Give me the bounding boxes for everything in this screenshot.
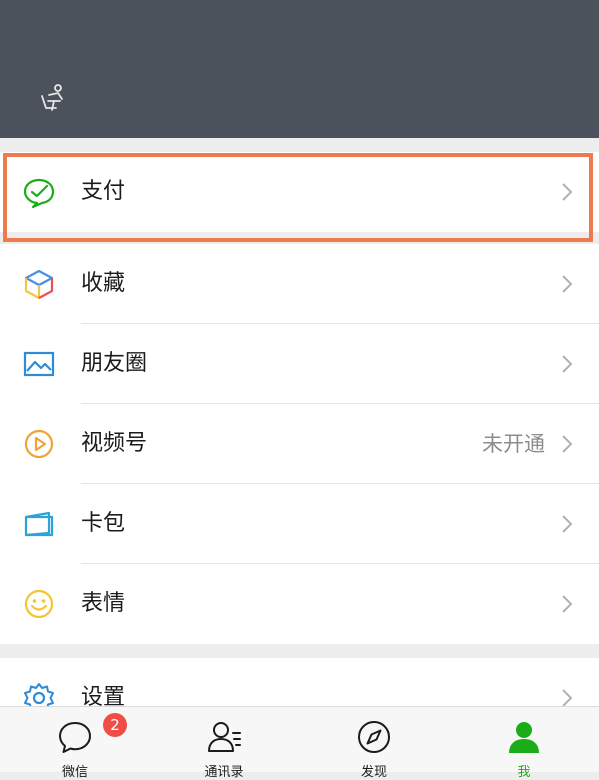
channels-status: 未开通 xyxy=(482,432,545,456)
chat-bubble-icon xyxy=(59,722,91,753)
chevron-right-icon xyxy=(562,595,573,613)
menu-item-pay[interactable]: 支付 xyxy=(0,152,599,232)
tab-discover[interactable]: 发现 xyxy=(314,707,434,780)
menu-item-moments[interactable]: 朋友圈 xyxy=(0,324,599,404)
menu-label-channels: 视频号 xyxy=(81,431,148,456)
chevron-right-icon xyxy=(562,515,573,533)
wechat-pay-icon xyxy=(23,178,55,209)
tab-label-me: 我 xyxy=(517,765,531,780)
play-circle-icon xyxy=(24,429,54,459)
menu-item-cards[interactable]: 卡包 xyxy=(0,484,599,564)
chevron-right-icon xyxy=(562,183,573,201)
contacts-icon xyxy=(208,722,241,752)
chevron-right-icon xyxy=(562,689,573,707)
status-icon[interactable] xyxy=(36,82,68,114)
tab-label-discover: 发现 xyxy=(360,765,387,780)
bottom-tab-bar: 2 微信 通讯录 发现 我 xyxy=(0,706,599,780)
menu-item-channels[interactable]: 视频号 未开通 xyxy=(0,404,599,484)
menu-label-stickers: 表情 xyxy=(81,591,126,616)
image-icon xyxy=(23,351,55,377)
profile-header xyxy=(0,0,599,138)
menu-label-favorites: 收藏 xyxy=(81,271,126,296)
tab-label-chats: 微信 xyxy=(61,765,88,780)
tab-contacts[interactable]: 通讯录 xyxy=(164,707,284,780)
chevron-right-icon xyxy=(562,355,573,373)
smile-icon xyxy=(24,589,54,619)
compass-icon xyxy=(358,721,390,753)
tab-me[interactable]: 我 xyxy=(464,707,584,780)
person-icon xyxy=(509,722,539,753)
menu-label-cards: 卡包 xyxy=(81,511,126,536)
chevron-right-icon xyxy=(562,275,573,293)
chevron-right-icon xyxy=(562,435,573,453)
card-wallet-icon xyxy=(24,511,54,537)
unread-badge: 2 xyxy=(103,713,127,737)
tab-chats[interactable]: 2 微信 xyxy=(15,707,135,780)
tab-label-contacts: 通讯录 xyxy=(204,765,244,780)
menu-label-pay: 支付 xyxy=(81,179,126,204)
cube-icon xyxy=(24,269,54,300)
menu-item-favorites[interactable]: 收藏 xyxy=(0,244,599,324)
menu-item-stickers[interactable]: 表情 xyxy=(0,564,599,644)
menu-label-moments: 朋友圈 xyxy=(81,351,148,376)
